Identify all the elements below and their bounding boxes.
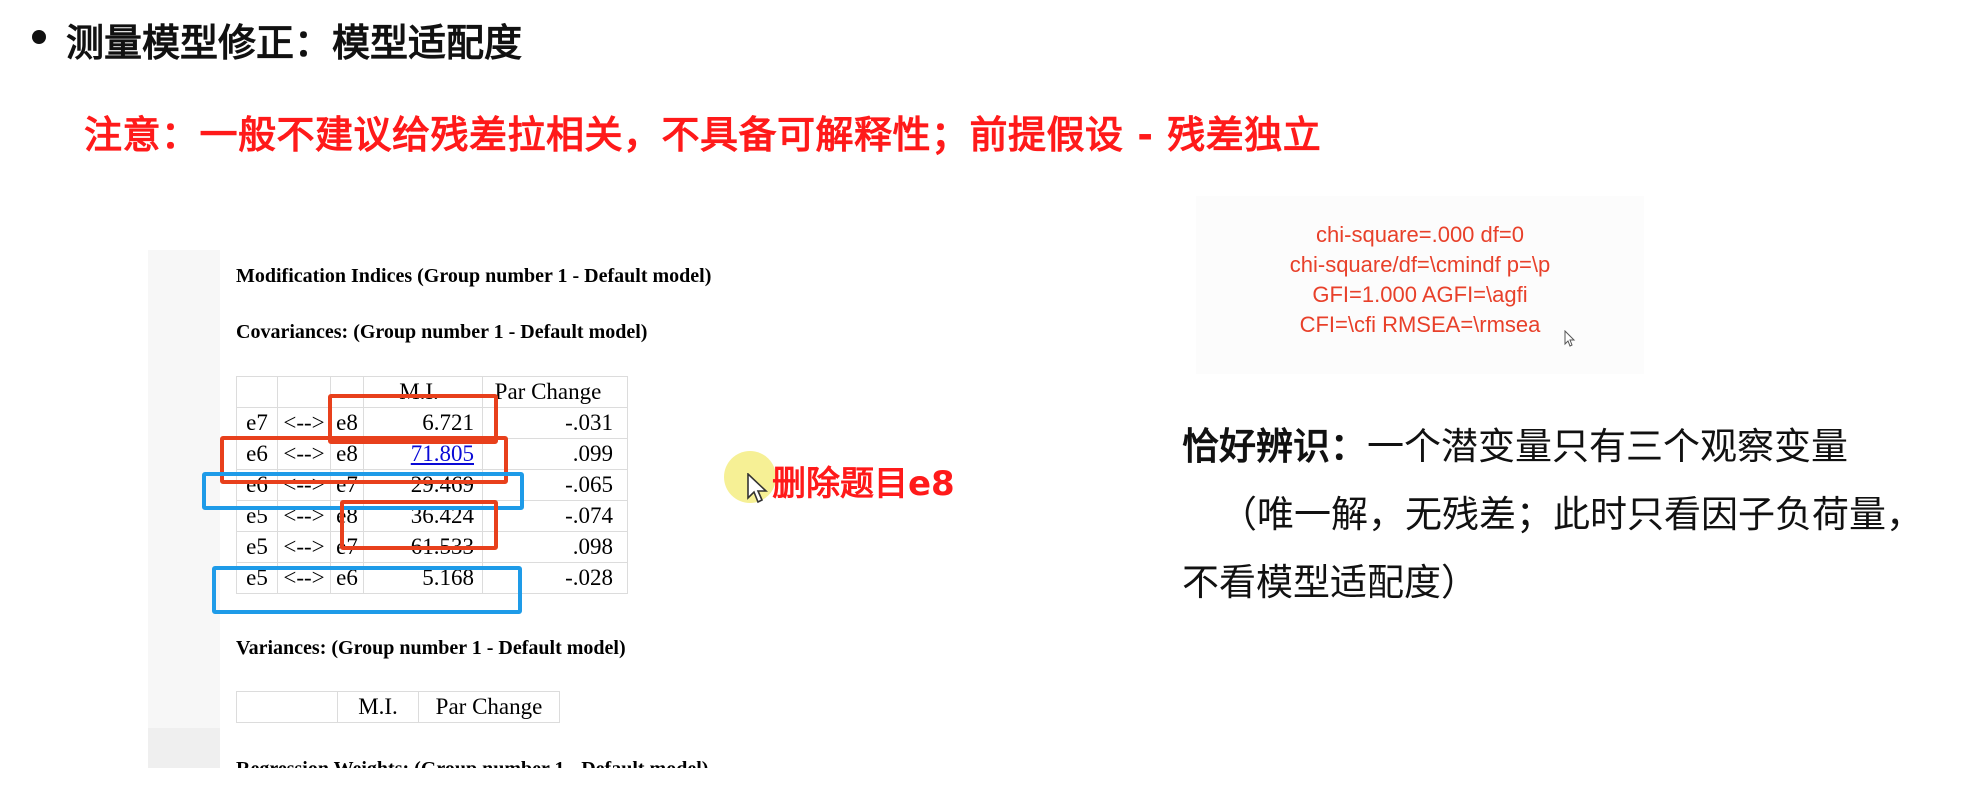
delete-e8-note: 删除题目e8 — [772, 464, 955, 504]
warning-text: 注意：一般不建议给残差拉相关，不具备可解释性；前提假设 - 残差独立 — [84, 113, 1322, 157]
fit-line-cmindf: chi-square/df=\cmindf p=\p — [1289, 252, 1551, 277]
mouse-pointer-icon — [747, 473, 769, 504]
slide-title: 测量模型修正：模型适配度 — [66, 21, 523, 65]
variances-heading: Variances: (Group number 1 - Default mod… — [236, 637, 626, 659]
just-identified-definition: 一个潜变量只有三个观察变量 — [1367, 425, 1848, 468]
var1-cell: e5 — [236, 531, 278, 563]
mi-column-header: M.I. — [337, 691, 419, 723]
fit-line-cfi: CFI=\cfi RMSEA=\rmsea — [1299, 312, 1541, 337]
fit-indices-box: chi-square=.000 df=0 chi-square/df=\cmin… — [1196, 196, 1644, 374]
amos-left-margin-lower — [148, 728, 220, 768]
variances-table: M.I. Par Change — [236, 691, 560, 723]
covariance-arrow: <--> — [277, 531, 331, 563]
fit-line-chisquare: chi-square=.000 df=0 — [1316, 222, 1524, 247]
par-change-value: -.031 — [482, 407, 628, 439]
par-change-value: .098 — [482, 531, 628, 563]
variances-table-wrap: M.I. Par Change — [236, 691, 560, 723]
explanation-line-3: 不看模型适配度） — [1182, 561, 1478, 604]
explanation-line-2: （唯一解，无残差；此时只看因子负荷量， — [1220, 493, 1923, 536]
just-identified-line: 恰好辨识：一个潜变量只有三个观察变量 — [1182, 416, 1848, 470]
covariances-heading: Covariances: (Group number 1 - Default m… — [236, 321, 648, 343]
fit-line-gfi: GFI=1.000 AGFI=\agfi — [1312, 282, 1528, 307]
table-header-row: M.I. Par Change — [236, 691, 560, 723]
bullet-dot — [32, 30, 46, 44]
highlight-box-red — [340, 500, 498, 550]
covariance-arrow: <--> — [277, 407, 331, 439]
highlight-box-blue — [212, 566, 522, 614]
par-change-column-header: Par Change — [482, 376, 628, 408]
var1-cell: e7 — [236, 407, 278, 439]
small-pointer-icon — [1564, 330, 1576, 347]
par-change-column-header: Par Change — [418, 691, 560, 723]
modification-indices-heading: Modification Indices (Group number 1 - D… — [236, 265, 712, 287]
regression-heading-clip: Regression Weights: (Group number 1 - De… — [236, 752, 796, 768]
just-identified-term: 恰好辨识： — [1182, 425, 1367, 468]
regression-weights-heading: Regression Weights: (Group number 1 - De… — [236, 758, 708, 768]
